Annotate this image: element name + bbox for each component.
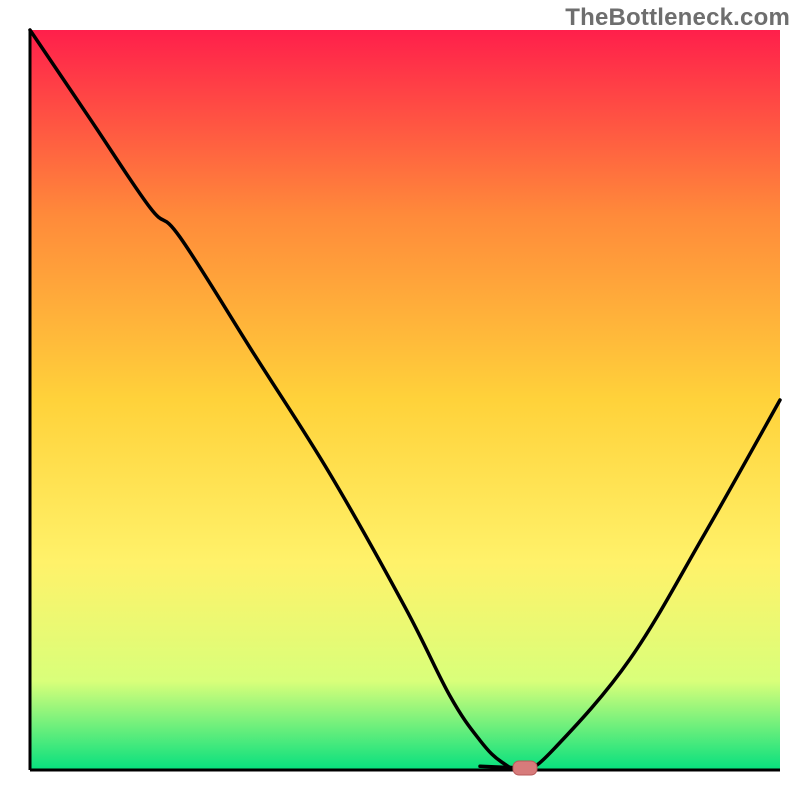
- chart-svg: [0, 0, 800, 800]
- optimal-marker: [513, 761, 537, 775]
- bottleneck-chart: TheBottleneck.com: [0, 0, 800, 800]
- watermark-label: TheBottleneck.com: [565, 4, 790, 32]
- bottleneck-flat: [480, 766, 518, 767]
- plot-background: [30, 30, 780, 770]
